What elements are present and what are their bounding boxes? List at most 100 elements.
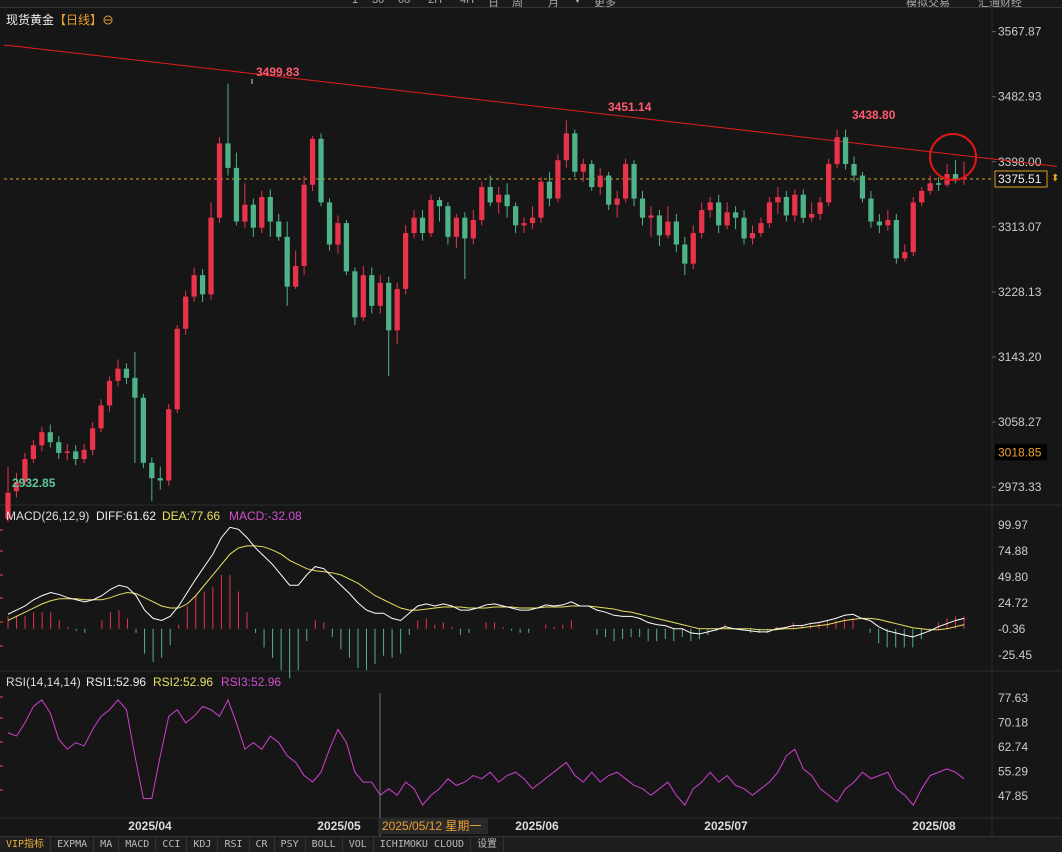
candle-body	[792, 194, 798, 216]
date-tick-label: 2025/08	[912, 819, 956, 833]
candle-body	[403, 233, 409, 289]
candle-body	[614, 198, 620, 205]
candle-body	[199, 275, 206, 295]
candle-body	[106, 380, 113, 406]
candle-body	[521, 223, 527, 226]
candle-body	[436, 200, 443, 207]
candle-body	[64, 451, 70, 453]
indicator-tab-boll[interactable]: BOLL	[306, 837, 343, 852]
price-tick-label: 3058.27	[998, 415, 1042, 429]
candle-body	[555, 160, 561, 199]
candle-body	[89, 428, 96, 450]
candle-body	[859, 175, 866, 199]
candle-body	[284, 236, 290, 287]
candle-body	[216, 143, 223, 218]
period-label: 【日线】	[54, 13, 102, 27]
candle-body	[335, 223, 341, 245]
candle-body	[487, 187, 493, 203]
candle-body	[639, 198, 646, 218]
chart-canvas[interactable]: 3567.873482.933398.003313.073228.133143.…	[0, 0, 1062, 836]
price-tick-label: 2973.33	[998, 480, 1042, 494]
candle-body	[758, 223, 764, 234]
candle-body	[56, 442, 62, 453]
macd-tick-label: 99.97	[998, 518, 1028, 532]
candle-body	[242, 204, 248, 222]
candle-body	[622, 164, 629, 199]
macd-tick-label: 24.72	[998, 596, 1028, 610]
instrument-name: 现货黄金	[6, 12, 54, 27]
macd-header: MACD(26,12,9)	[6, 509, 89, 523]
indicator-tab-rsi[interactable]: RSI	[218, 837, 250, 852]
rsi-line	[7, 698, 965, 807]
candle-body	[157, 478, 163, 481]
indicator-tab-vol[interactable]: VOL	[343, 837, 374, 852]
candle-body	[842, 137, 849, 165]
candle-body	[682, 244, 688, 264]
date-tick-label: 2025/06	[515, 819, 559, 833]
rsi-tick-label: 47.85	[998, 789, 1028, 803]
candle-body	[809, 213, 815, 218]
price-tick-label: 3482.93	[998, 90, 1042, 104]
candle-body	[98, 405, 104, 429]
candle-body	[699, 210, 705, 234]
candle-body	[885, 220, 891, 226]
candle-body	[259, 197, 265, 228]
candle-body	[606, 175, 612, 205]
indicator-tab-ma[interactable]: MA	[94, 837, 120, 852]
indicator-tab-macd[interactable]: MACD	[119, 837, 157, 852]
candle-body	[834, 137, 840, 165]
indicator-tab-kdj[interactable]: KDJ	[187, 837, 219, 852]
price-arrow-icon: ⬍	[1051, 173, 1059, 184]
candle-body	[394, 288, 400, 331]
indicator-tab-psy[interactable]: PSY	[275, 837, 306, 852]
candle-body	[30, 445, 37, 460]
indicator-tab-设置[interactable]: 设置	[471, 837, 505, 852]
candle-body	[673, 221, 679, 245]
candle-body	[140, 397, 146, 463]
candle-body	[318, 138, 324, 203]
candle-body	[783, 197, 789, 216]
candle-body	[893, 220, 899, 259]
macd-tick-label: 74.88	[998, 544, 1028, 558]
candle-body	[233, 167, 240, 222]
candle-body	[225, 143, 231, 168]
candle-body	[927, 183, 933, 191]
candle-body	[775, 197, 781, 203]
highlight-circle	[929, 133, 977, 181]
candle-body	[707, 202, 713, 211]
diff-line	[7, 526, 965, 638]
candle-body	[648, 215, 654, 218]
date-tick-label: 2025/07	[704, 819, 748, 833]
candle-body	[580, 164, 586, 172]
candle-body	[504, 194, 510, 207]
candle-body	[479, 187, 485, 220]
indicator-tab-expma[interactable]: EXPMA	[51, 837, 95, 852]
candle-body	[276, 221, 282, 237]
candle-body	[377, 282, 383, 306]
indicator-tab-ichimoku-cloud[interactable]: ICHIMOKU CLOUD	[374, 837, 472, 852]
candle-body	[386, 282, 392, 331]
indicator-tab-cr[interactable]: CR	[250, 837, 275, 852]
candle-body	[665, 221, 671, 236]
indicator-tab-bar: VIP指标 EXPMA MA MACD CCI KDJ RSI CR PSY BOLL VOL ICH…	[0, 836, 1062, 852]
crosshair-price-value: 3018.85	[998, 445, 1042, 459]
indicator-tab-cci[interactable]: CCI	[156, 837, 188, 852]
candle-body	[851, 164, 857, 176]
rsi-tick-label: 77.63	[998, 691, 1028, 705]
candle-body	[538, 181, 544, 218]
candle-body	[826, 164, 832, 203]
crosshair-date-label: 2025/05/12 星期一	[382, 819, 481, 833]
candle-body	[326, 202, 333, 245]
candle-body	[411, 217, 417, 234]
indicator-tab-vip指标[interactable]: VIP指标	[0, 837, 52, 852]
candle-body	[174, 328, 180, 410]
candle-body	[419, 217, 426, 234]
candle-body	[123, 368, 130, 378]
candle-body	[293, 265, 299, 287]
candle-body	[496, 194, 502, 203]
candle-body	[309, 138, 316, 185]
candle-body	[546, 181, 553, 199]
candle-body	[749, 233, 756, 239]
macd-tick-label: -25.45	[998, 648, 1032, 662]
high-annotation: 3451.14	[608, 100, 652, 114]
